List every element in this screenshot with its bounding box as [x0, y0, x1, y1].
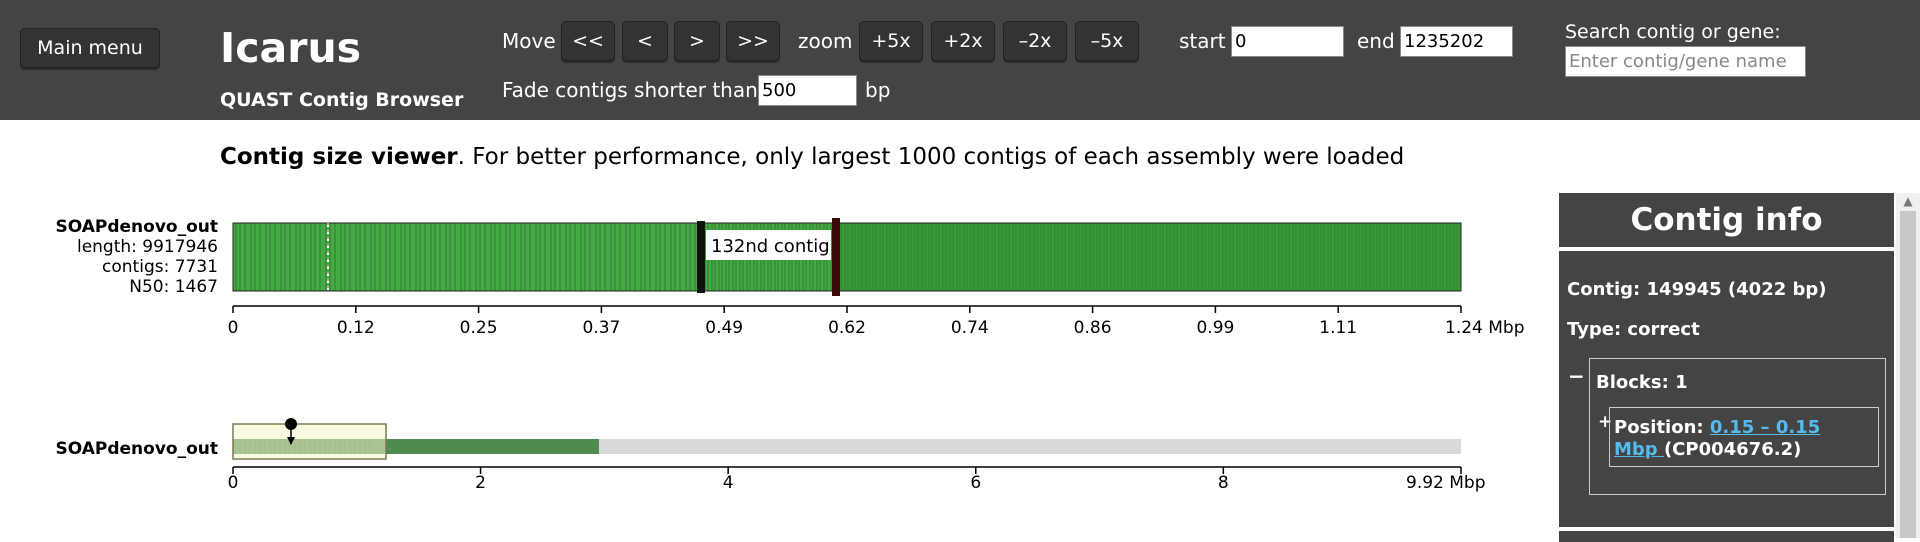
detail-axis-tick-label: 0 — [228, 318, 239, 338]
blocks-section: Blocks: 1 + Position: 0.15 – 0.15 Mbp (C… — [1589, 358, 1886, 495]
blocks-count: Blocks: 1 — [1596, 372, 1688, 393]
overview-axis-tick-label: 4 — [723, 473, 734, 493]
detail-axis-tick-label: 1.11 — [1319, 318, 1357, 338]
contig-stripes — [235, 223, 1461, 291]
position-line-2: Mbp (CP004676.2) — [1614, 441, 1801, 459]
detail-axis-tick-label: 0.62 — [828, 318, 866, 338]
detail-axis: 0 0.12 0.25 0.37 0.49 0.62 0.74 0.86 0.99 1.11 1.2… — [228, 306, 1525, 338]
overview-axis: 0 2 4 6 8 9.92 Mbp — [228, 467, 1486, 493]
position-section: Position: 0.15 – 0.15 Mbp (CP004676.2) — [1609, 407, 1879, 467]
position-link[interactable]: 0.15 – 0.15 — [1710, 417, 1820, 438]
scroll-thumb[interactable] — [1900, 211, 1916, 538]
position-pin-icon[interactable] — [285, 418, 297, 430]
overview-axis-tick-label: 6 — [970, 473, 981, 493]
contig-132-marker[interactable] — [697, 221, 705, 293]
detail-axis-tick-label: 1.24 Mbp — [1445, 318, 1525, 338]
scroll-up-arrow-icon[interactable]: ▲ — [1896, 193, 1920, 209]
contig-info-panel: Contig info Contig: 149945 (4022 bp) Typ… — [1559, 193, 1894, 542]
contig-id: Contig: 149945 (4022 bp) — [1567, 279, 1827, 300]
detail-axis-tick-label: 0.86 — [1074, 318, 1112, 338]
contig-tooltip-text: 132nd contig — [711, 236, 830, 257]
detail-axis-tick-label: 0.74 — [951, 318, 989, 338]
position-reference: (CP004676.2) — [1663, 439, 1802, 460]
detail-axis-tick-label: 0.25 — [460, 318, 498, 338]
detail-axis-tick-label: 0.49 — [705, 318, 743, 338]
contig-info-header: Contig info — [1559, 193, 1894, 251]
detail-contig-track[interactable]: 132nd contig — [232, 218, 1462, 296]
viewport-selection-box[interactable] — [232, 423, 387, 460]
position-label: Position: — [1614, 417, 1710, 438]
collapse-blocks-toggle[interactable]: − — [1568, 366, 1585, 386]
contig-region-dark — [840, 223, 1461, 291]
position-line-1: Position: 0.15 – 0.15 — [1614, 419, 1820, 437]
overview-axis-tick-label: 2 — [475, 473, 486, 493]
contig-info-title: Contig info — [1630, 202, 1823, 238]
detail-axis-tick-label: 0.12 — [337, 318, 375, 338]
overview-axis-tick-label: 8 — [1218, 473, 1229, 493]
detail-axis-tick-label: 0.37 — [582, 318, 620, 338]
selected-contig-marker[interactable] — [832, 218, 840, 296]
overview-axis-tick-label: 9.92 Mbp — [1406, 473, 1486, 493]
overview-track[interactable] — [232, 418, 1461, 460]
panel-scrollbar[interactable]: ▲ — [1896, 193, 1920, 538]
next-panel-section — [1559, 527, 1894, 542]
detail-axis-tick-label: 0.99 — [1196, 318, 1234, 338]
contig-type: Type: correct — [1567, 319, 1700, 340]
overview-axis-tick-label: 0 — [228, 473, 239, 493]
position-link-unit[interactable]: Mbp — [1614, 439, 1664, 460]
